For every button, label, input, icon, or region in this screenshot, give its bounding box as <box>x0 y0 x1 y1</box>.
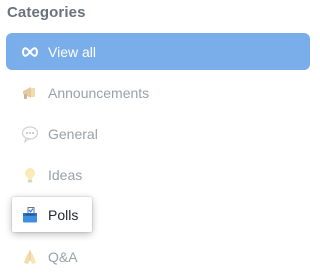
category-general[interactable]: General <box>6 115 98 152</box>
category-polls[interactable]: Polls <box>12 197 93 232</box>
category-view-all[interactable]: View all <box>6 33 310 70</box>
folded-hands-icon <box>21 248 39 266</box>
infinity-icon <box>21 43 39 61</box>
category-ideas[interactable]: Ideas <box>6 156 82 193</box>
category-label: Ideas <box>48 166 83 183</box>
category-label: Announcements <box>48 84 150 101</box>
category-announcements[interactable]: Announcements <box>6 74 149 111</box>
category-label: General <box>48 125 98 142</box>
category-label: Polls <box>48 206 79 223</box>
category-label: View all <box>48 43 96 60</box>
megaphone-icon <box>21 84 39 102</box>
speech-bubble-icon <box>21 125 39 143</box>
categories-panel: Categories View all Announcements Genera… <box>0 0 317 278</box>
ballot-box-icon <box>21 206 39 224</box>
category-qa[interactable]: Q&A <box>6 238 78 275</box>
section-title: Categories <box>7 4 86 21</box>
category-label: Q&A <box>48 248 78 265</box>
lightbulb-icon <box>21 166 39 184</box>
